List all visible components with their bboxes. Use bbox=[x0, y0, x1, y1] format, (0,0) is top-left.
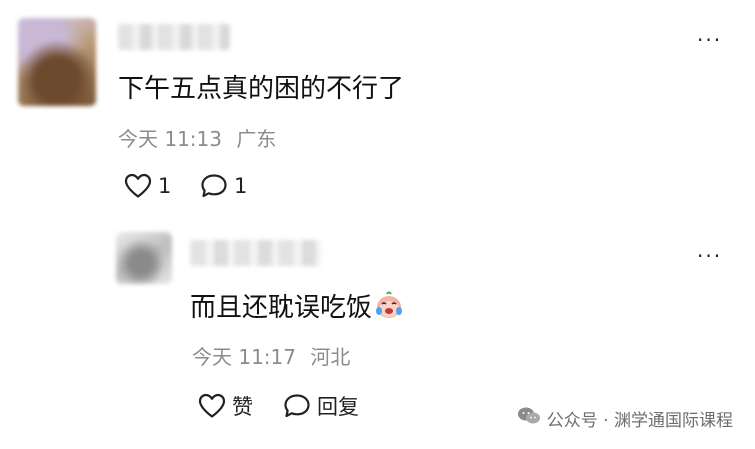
more-dots-icon: ··· bbox=[697, 244, 723, 268]
crying-face-emoji bbox=[374, 290, 404, 320]
reply-avatar[interactable] bbox=[116, 232, 172, 284]
comment-meta: 今天 11:13 广东 bbox=[118, 126, 276, 152]
more-options-button[interactable]: ··· bbox=[697, 30, 722, 50]
username-blurred[interactable] bbox=[118, 24, 230, 50]
like-button[interactable]: 1 bbox=[124, 173, 171, 199]
reply-more-options-button[interactable]: ··· bbox=[697, 246, 722, 266]
reply-location: 河北 bbox=[310, 345, 351, 369]
reply-meta: 今天 11:17 河北 bbox=[192, 344, 350, 370]
reply-reply-label: 回复 bbox=[317, 395, 359, 419]
like-count: 1 bbox=[158, 174, 172, 198]
watermark-text: 公众号 · 渊学通国际课程 bbox=[546, 411, 733, 431]
comment-text: 下午五点真的困的不行了 bbox=[118, 74, 405, 104]
heart-icon bbox=[198, 393, 226, 419]
comment-bubble-icon bbox=[283, 393, 311, 419]
reply-count: 1 bbox=[234, 174, 248, 198]
comment-location: 广东 bbox=[236, 127, 277, 151]
comment-time: 今天 11:13 bbox=[118, 127, 222, 151]
reply-button[interactable]: 1 bbox=[200, 173, 247, 199]
reply-text: 而且还耽误吃饭 bbox=[190, 293, 373, 323]
reply-username-blurred[interactable] bbox=[190, 240, 322, 266]
watermark: 公众号 · 渊学通国际课程 bbox=[517, 406, 733, 431]
heart-icon bbox=[124, 173, 152, 199]
reply-text-line: 而且还耽误吃饭 bbox=[190, 290, 404, 325]
reply-time: 今天 11:17 bbox=[192, 345, 296, 369]
reply-like-label: 赞 bbox=[232, 395, 253, 419]
comment-bubble-icon bbox=[200, 173, 228, 199]
reply-reply-button[interactable]: 回复 bbox=[283, 391, 359, 421]
more-dots-icon: ··· bbox=[697, 28, 723, 52]
reply-like-button[interactable]: 赞 bbox=[198, 391, 253, 421]
avatar[interactable] bbox=[18, 18, 96, 106]
wechat-icon bbox=[517, 406, 541, 431]
